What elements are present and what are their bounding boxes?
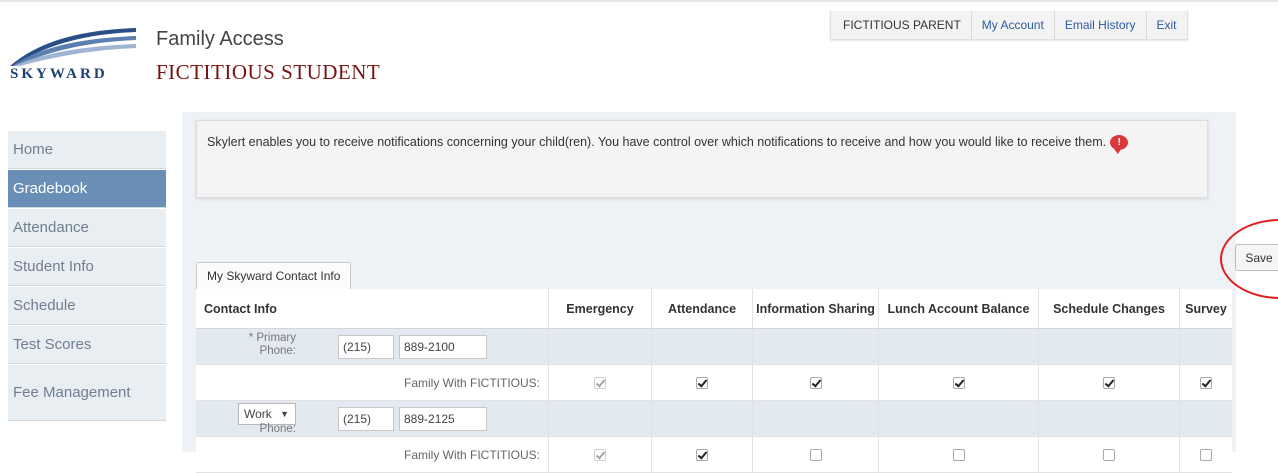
header-survey: Survey [1179,289,1232,328]
table-header-row: Contact Info Emergency Attendance Inform… [196,289,1232,329]
my-account-link[interactable]: My Account [972,11,1055,39]
header-information-sharing: Information Sharing [752,289,878,328]
primary-attendance-checkbox[interactable] [696,376,708,389]
recipient-label: Family With FICTITIOUS: [404,447,540,462]
sidebar-item-home[interactable]: Home [8,131,166,169]
work-survey-checkbox[interactable] [1200,448,1212,461]
primary-information-sharing-checkbox[interactable] [809,376,822,389]
primary-phone-area-input[interactable]: (215) [338,335,394,359]
student-name: FICTITIOUS STUDENT [156,60,381,84]
sidebar-item-attendance[interactable]: Attendance [8,209,166,247]
logo-swoosh-icon [10,28,136,66]
table-row-work-recipient: Family With FICTITIOUS: [196,437,1232,473]
phone-type-select[interactable]: Work ▼ [238,403,296,425]
top-border [0,0,1278,2]
logo-wordmark: SKYWARD [10,66,108,82]
email-history-link[interactable]: Email History [1055,11,1147,39]
table-row-primary-phone: * Primary Phone: (215) 889-2100 [196,329,1232,365]
work-emergency-checkbox[interactable] [594,448,606,461]
table-row-primary-recipient: Family With FICTITIOUS: [196,365,1232,401]
top-navigation: FICTITIOUS PARENT My Account Email Histo… [830,11,1188,40]
exit-link[interactable]: Exit [1147,11,1187,39]
alert-bubble-icon[interactable]: ! [1110,135,1129,155]
primary-phone-label: * Primary Phone: [248,332,296,357]
header-lunch-account-balance: Lunch Account Balance [878,289,1038,328]
work-lunch-balance-checkbox[interactable] [952,448,965,461]
sidebar-item-gradebook[interactable]: Gradebook [8,170,166,208]
sidebar-nav: Home Gradebook Attendance Student Info S… [8,131,166,422]
work-phone-number-input[interactable]: 889-2125 [399,407,487,431]
work-attendance-checkbox[interactable] [696,448,708,461]
work-phone-area-input[interactable]: (215) [338,407,394,431]
skyward-logo: SKYWARD [8,22,143,82]
tab-contact-info[interactable]: My Skyward Contact Info [196,262,352,290]
sidebar-item-student-info[interactable]: Student Info [8,248,166,286]
primary-emergency-checkbox[interactable] [594,376,606,389]
primary-survey-checkbox[interactable] [1200,376,1212,389]
notice-text: Skylert enables you to receive notificat… [207,135,1107,149]
work-information-sharing-checkbox[interactable] [809,448,822,461]
header-schedule-changes: Schedule Changes [1038,289,1179,328]
table-row-work-phone: Work ▼ Phone: (215) 889-2125 [196,401,1232,437]
work-phone-cell: Work ▼ Phone: (215) 889-2125 [196,401,548,436]
app-title: Family Access [156,28,284,50]
primary-phone-number-input[interactable]: 889-2100 [399,335,487,359]
work-recipient-cell: Family With FICTITIOUS: [196,437,548,472]
header-attendance: Attendance [651,289,752,328]
sidebar-item-schedule[interactable]: Schedule [8,287,166,325]
work-schedule-changes-checkbox[interactable] [1103,448,1115,461]
work-phone-label: Phone: [259,423,296,435]
primary-schedule-changes-checkbox[interactable] [1103,376,1115,389]
primary-phone-cell: * Primary Phone: (215) 889-2100 [196,329,548,364]
sidebar-item-test-scores[interactable]: Test Scores [8,326,166,364]
primary-recipient-cell: Family With FICTITIOUS: [196,365,548,400]
header-emergency: Emergency [548,289,651,328]
primary-lunch-balance-checkbox[interactable] [952,376,965,389]
header-contact-info: Contact Info [204,301,277,316]
user-name-link[interactable]: FICTITIOUS PARENT [831,11,972,39]
chevron-down-icon: ▼ [280,409,289,419]
recipient-label: Family With FICTITIOUS: [404,375,540,390]
sidebar-item-fee-management[interactable]: Fee Management [8,365,166,421]
skylert-notice: Skylert enables you to receive notificat… [196,120,1208,198]
contact-table: Contact Info Emergency Attendance Inform… [196,289,1232,473]
